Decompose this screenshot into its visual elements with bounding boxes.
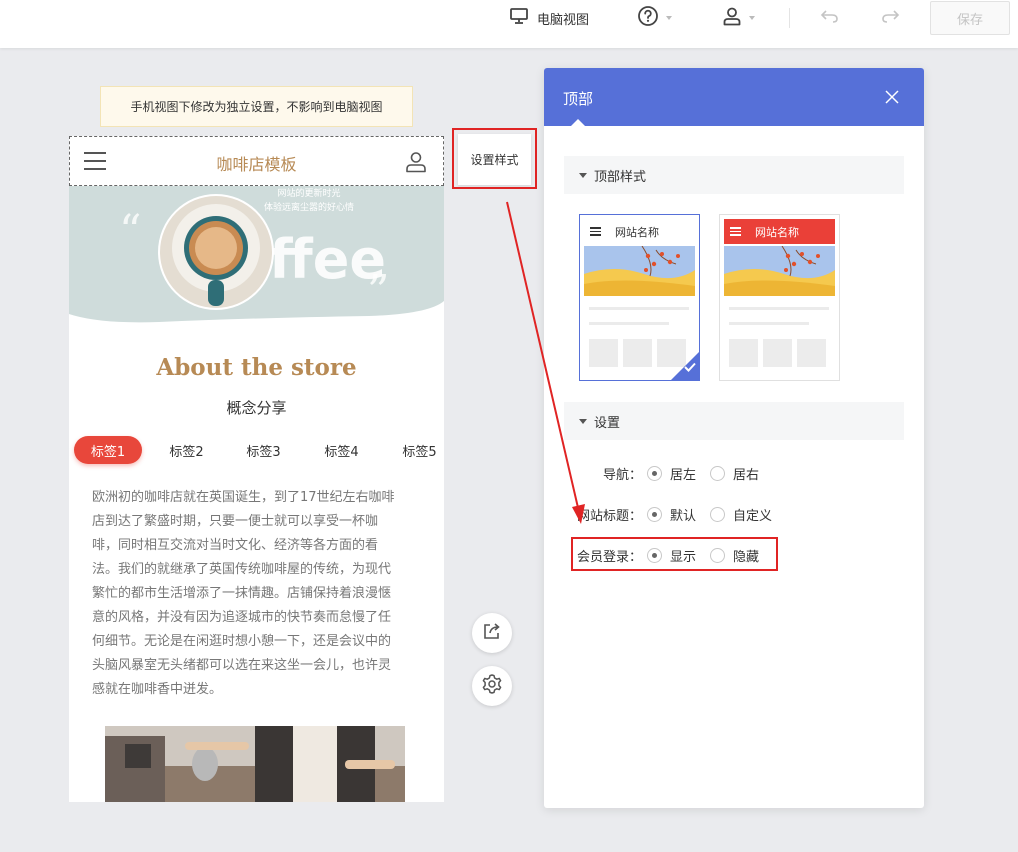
undo-button[interactable]	[820, 0, 840, 36]
mobile-view-notice: 手机视图下修改为独立设置，不影响到电脑视图	[100, 86, 413, 127]
radio-title-custom[interactable]: 自定义	[710, 505, 772, 524]
menu-icon	[730, 225, 741, 238]
header-style-option-1[interactable]: 网站名称	[579, 214, 700, 381]
panel-header: 顶部	[544, 68, 924, 126]
section-header-style[interactable]: 顶部样式	[564, 156, 904, 194]
radio-circle	[710, 506, 725, 522]
gear-icon	[481, 673, 503, 699]
about-title: About the store	[156, 354, 357, 381]
tab-3[interactable]: 标签3	[236, 436, 291, 464]
header-style-option-2[interactable]: 网站名称	[719, 214, 840, 381]
panel-pointer	[571, 119, 585, 126]
card-placeholder-boxes	[729, 339, 831, 367]
redo-button[interactable]	[880, 0, 900, 36]
tab-1[interactable]: 标签1	[74, 436, 142, 464]
mobile-preview: 咖啡店模板 “ ” ffee 网站的更新时光 体验远离尘嚣的好心情 About …	[69, 136, 444, 802]
radio-title-default[interactable]: 默认	[647, 505, 696, 524]
tab-bar: 标签1 标签2 标签3 标签4 标签5	[74, 436, 444, 466]
save-button[interactable]: 保存	[930, 1, 1010, 35]
tab-2[interactable]: 标签2	[159, 436, 214, 464]
barista-photo	[105, 726, 405, 802]
header-settings-panel: 顶部 顶部样式 网站名称 网站名称 设置 导航： 居左 居右 网站标题： 默认 …	[544, 68, 924, 808]
section-header-settings[interactable]: 设置	[564, 402, 904, 440]
settings-button[interactable]	[472, 666, 512, 706]
card-placeholder-line	[729, 307, 829, 310]
card-banner-image	[724, 246, 835, 296]
caret-down-icon	[579, 172, 587, 178]
radio-circle	[647, 506, 662, 522]
chevron-down-icon	[666, 16, 672, 20]
svg-text:“: “	[119, 206, 142, 257]
share-button[interactable]	[472, 613, 512, 653]
option-row-navigation: 导航： 居左 居右	[544, 463, 924, 483]
tab-5[interactable]: 标签5	[392, 436, 444, 464]
concept-subtitle: 概念分享	[226, 399, 287, 417]
chevron-down-icon	[749, 16, 755, 20]
close-icon[interactable]	[884, 89, 900, 109]
radio-circle	[647, 465, 662, 481]
panel-title: 顶部	[563, 90, 594, 108]
card-placeholder-line	[589, 322, 669, 325]
share-icon	[482, 621, 502, 645]
card-header: 网站名称	[584, 219, 695, 244]
option-label: 网站标题：	[576, 508, 642, 524]
option-row-site-title: 网站标题： 默认 自定义	[544, 504, 924, 524]
redo-icon	[880, 8, 900, 28]
pc-view-button[interactable]: 电脑视图	[509, 0, 589, 36]
mobile-header[interactable]: 咖啡店模板	[69, 136, 444, 186]
pc-view-label: 电脑视图	[537, 12, 590, 28]
hero-tagline: 网站的更新时光 体验远离尘嚣的好心情	[264, 189, 355, 213]
site-title: 咖啡店模板	[216, 155, 297, 174]
store-description: 欧洲初的咖啡店就在英国诞生，到了17世纪左右咖啡 店到达了繁盛时期，只要一便士就…	[92, 490, 395, 697]
user-icon	[722, 6, 742, 30]
tab-4[interactable]: 标签4	[314, 436, 369, 464]
radio-nav-left[interactable]: 居左	[647, 464, 696, 483]
top-toolbar: 电脑视图 保存	[0, 0, 1018, 48]
user-menu[interactable]	[722, 0, 755, 36]
card-placeholder-line	[729, 322, 809, 325]
toolbar-divider	[789, 8, 790, 28]
monitor-icon	[509, 7, 529, 29]
menu-icon	[590, 225, 601, 238]
caret-down-icon	[579, 418, 587, 424]
svg-text:ffee: ffee	[269, 228, 386, 291]
radio-nav-right[interactable]: 居右	[710, 464, 759, 483]
help-menu[interactable]	[637, 0, 672, 36]
annotation-highlight-member-login	[571, 537, 778, 571]
annotation-highlight-style-button	[452, 128, 537, 189]
radio-circle	[710, 465, 725, 481]
user-icon[interactable]	[404, 150, 428, 178]
card-banner-image	[584, 246, 695, 296]
card-header: 网站名称	[724, 219, 835, 244]
check-icon	[684, 361, 696, 376]
card-placeholder-line	[589, 307, 689, 310]
undo-icon	[820, 8, 840, 28]
help-icon	[637, 5, 659, 31]
option-label: 导航：	[602, 467, 642, 483]
hero-banner: “ ” ffee 网站的更新时光 体验远离尘嚣的好心情	[69, 186, 444, 346]
